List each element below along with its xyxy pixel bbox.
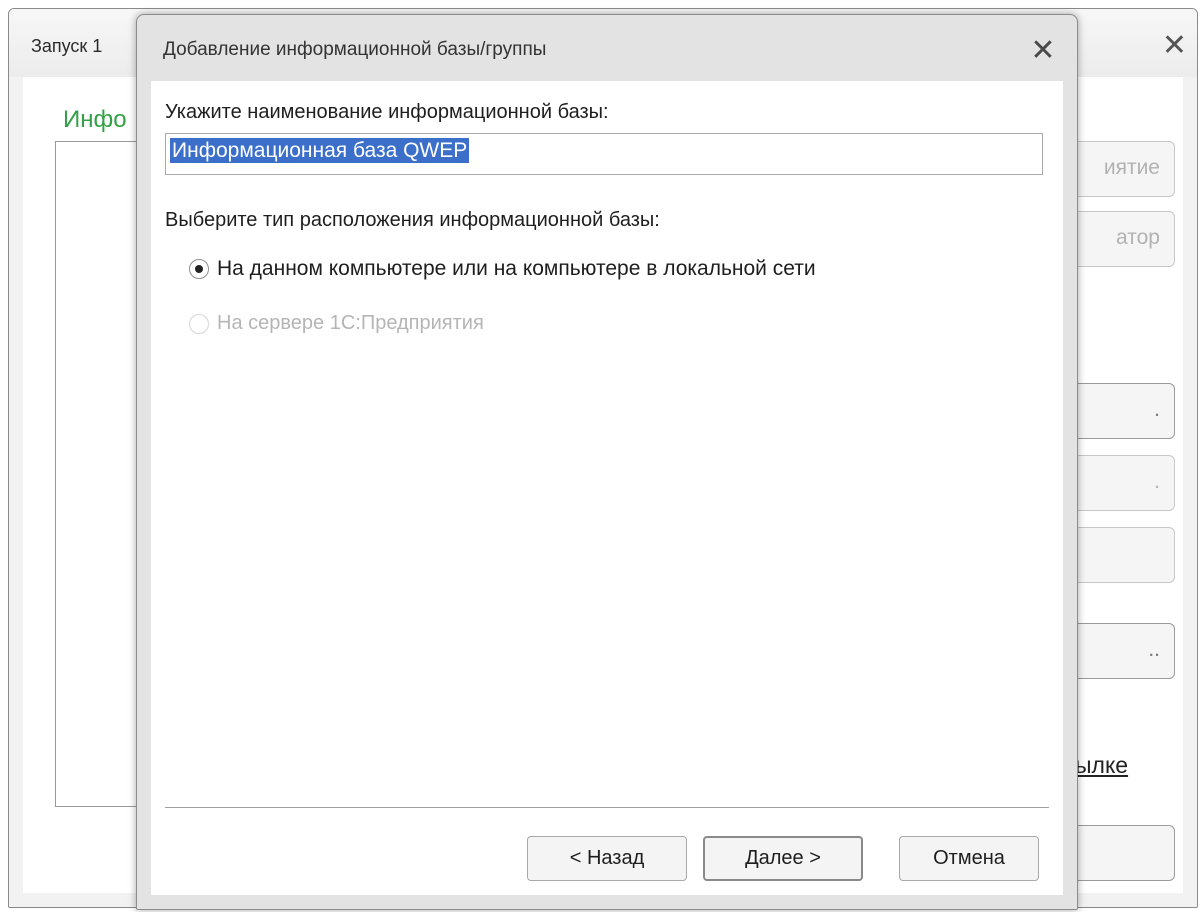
divider: [165, 807, 1049, 808]
radio-option-server-label: На сервере 1С:Предприятия: [217, 312, 484, 334]
radio-option-local[interactable]: На данном компьютере или на компьютере в…: [189, 257, 816, 281]
bg-link[interactable]: ылке: [1075, 752, 1128, 779]
background-close-icon[interactable]: ✕: [1162, 31, 1187, 61]
background-window-title: Запуск 1: [31, 36, 103, 56]
infobase-name-value: Информационная база QWEP: [170, 138, 470, 163]
dialog-client-area: Укажите наименование информационной базы…: [151, 81, 1063, 895]
radio-checked-icon[interactable]: [189, 259, 209, 279]
add-infobase-dialog: Добавление информационной базы/группы ✕ …: [136, 14, 1078, 910]
radio-option-server: На сервере 1С:Предприятия: [189, 312, 484, 335]
dialog-titlebar: Добавление информационной базы/группы ✕: [137, 15, 1077, 81]
infobase-name-label: Укажите наименование информационной базы…: [165, 101, 609, 123]
next-button[interactable]: Далее >: [703, 836, 863, 881]
bg-button-enterprise[interactable]: иятие: [1061, 141, 1175, 197]
background-heading: Инфо: [63, 106, 127, 133]
infobase-name-input[interactable]: Информационная база QWEP: [165, 133, 1043, 175]
bg-button-settings[interactable]: ..: [1061, 623, 1175, 679]
back-button[interactable]: < Назад: [527, 836, 687, 881]
bg-button-delete[interactable]: [1061, 527, 1175, 583]
close-icon[interactable]: ✕: [1027, 35, 1059, 67]
cancel-button[interactable]: Отмена: [899, 836, 1039, 881]
radio-option-local-label: На данном компьютере или на компьютере в…: [217, 257, 816, 280]
dialog-title: Добавление информационной базы/группы: [163, 39, 547, 60]
radio-disabled-icon: [189, 313, 209, 334]
bg-button-configurator[interactable]: атор: [1061, 211, 1175, 267]
location-type-label: Выберите тип расположения информационной…: [165, 209, 660, 231]
bg-button-edit[interactable]: .: [1061, 455, 1175, 511]
bg-button-exit[interactable]: [1061, 825, 1175, 881]
bg-button-add[interactable]: .: [1061, 383, 1175, 439]
